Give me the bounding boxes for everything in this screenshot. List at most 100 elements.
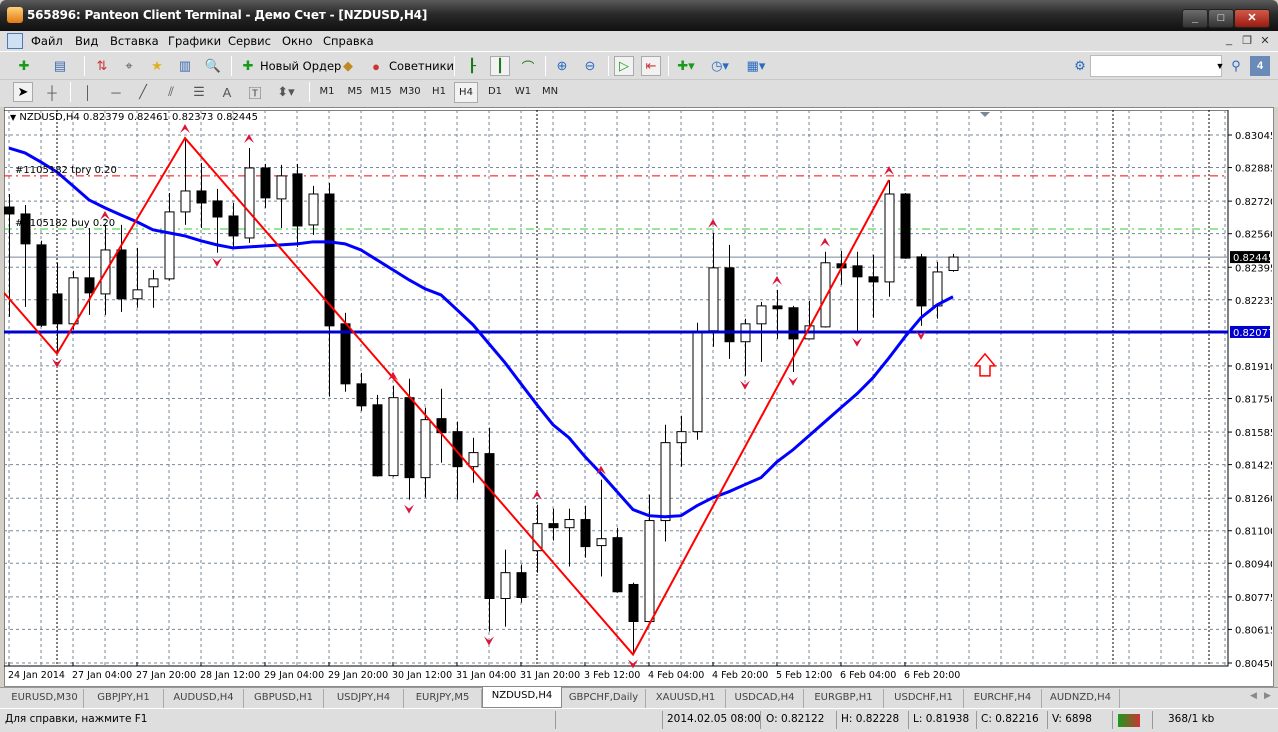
candle-body-bull — [388, 397, 399, 477]
bar-chart-icon[interactable]: ┠ — [462, 56, 482, 76]
price-tick-label: 0.82560 — [1235, 230, 1272, 241]
candle-body-bear — [196, 190, 207, 204]
fibonacci-icon[interactable]: ☰ — [189, 82, 209, 102]
app-icon — [7, 7, 23, 23]
timeframe-d1[interactable]: D1 — [483, 86, 507, 97]
periods-icon[interactable]: ◷▾ — [710, 56, 730, 76]
menu-charts[interactable]: Графики — [168, 34, 221, 48]
search-input[interactable] — [1090, 55, 1222, 77]
minimize-button[interactable]: _ — [1182, 9, 1208, 28]
menu-help[interactable]: Справка — [323, 34, 374, 48]
connection-status-icon[interactable] — [1118, 714, 1140, 727]
experts-button[interactable]: Советники — [389, 59, 454, 73]
status-open: O: 0.82122 — [766, 713, 825, 725]
time-tick-label: 4 Feb 20:00 — [712, 670, 768, 681]
chart-tab[interactable]: AUDUSD,H4 — [164, 689, 244, 708]
data-window-icon[interactable]: ⌖ — [119, 56, 139, 76]
price-tick-label: 0.81750 — [1235, 394, 1272, 405]
timeframe-m1[interactable]: M1 — [315, 86, 339, 97]
candle-body-bull — [132, 289, 143, 300]
chart-tab[interactable]: EURGBP,H1 — [804, 689, 884, 708]
profiles-icon[interactable]: ▤ — [50, 56, 70, 76]
time-tick-label: 31 Jan 04:00 — [456, 670, 516, 681]
timeframe-h4[interactable]: H4 — [454, 82, 478, 103]
timeframe-w1[interactable]: W1 — [511, 86, 535, 97]
mdi-close-icon[interactable]: ✕ — [1258, 34, 1272, 49]
menu-file[interactable]: Файл — [31, 34, 63, 48]
vertical-line-icon[interactable]: │ — [78, 82, 98, 102]
timeframe-m30[interactable]: M30 — [398, 86, 422, 97]
menu-window[interactable]: Окно — [282, 34, 313, 48]
chart-tab[interactable]: USDJPY,H4 — [324, 689, 404, 708]
collapse-triangle-icon[interactable]: ▼ — [10, 113, 16, 122]
menu-tools[interactable]: Сервис — [228, 34, 271, 48]
chart-tab[interactable]: EURCHF,H4 — [964, 689, 1042, 708]
timeframe-mn[interactable]: MN — [538, 86, 562, 97]
tabs-scroll-left-icon[interactable]: ◀ — [1250, 690, 1257, 701]
chart-tab[interactable]: NZDUSD,H4 — [482, 687, 562, 708]
indicators-icon[interactable]: ✚▾ — [676, 56, 696, 76]
chart-tab[interactable]: XAUUSD,H1 — [646, 689, 726, 708]
chart-tab[interactable]: USDCAD,H4 — [726, 689, 804, 708]
text-label-icon[interactable]: 🅃 — [245, 82, 265, 102]
experts-icon[interactable]: ● — [366, 56, 386, 76]
title-bar: 565896: Panteon Client Terminal - Демо С… — [0, 0, 1278, 31]
new-chart-icon[interactable]: ✚ — [14, 56, 34, 76]
cursor-icon[interactable]: ➤ — [13, 82, 33, 102]
timeframe-m15[interactable]: M15 — [369, 86, 393, 97]
notifications-badge[interactable]: 4 — [1250, 56, 1270, 76]
new-order-icon[interactable]: ✚ — [238, 56, 258, 76]
settings-gear-icon[interactable]: ⚙ — [1070, 56, 1090, 76]
candle-body-bear — [772, 305, 783, 310]
tester-icon[interactable]: 🔍 — [203, 56, 223, 76]
close-button[interactable]: ✕ — [1234, 9, 1270, 28]
chart-tab[interactable]: AUDNZD,H4 — [1042, 689, 1120, 708]
chart-tab[interactable]: GBPCHF,Daily — [562, 689, 646, 708]
menu-insert[interactable]: Вставка — [110, 34, 159, 48]
zoom-in-icon[interactable]: ⊕ — [552, 56, 572, 76]
candle-body-bull — [884, 193, 895, 283]
menu-view[interactable]: Вид — [75, 34, 98, 48]
line-chart-icon[interactable]: ⌒ — [518, 56, 538, 76]
timeframe-h1[interactable]: H1 — [427, 86, 451, 97]
navigator-icon[interactable]: ★ — [147, 56, 167, 76]
time-tick-label: 5 Feb 12:00 — [776, 670, 832, 681]
templates-icon[interactable]: ▦▾ — [746, 56, 766, 76]
timeframe-m5[interactable]: M5 — [343, 86, 367, 97]
text-icon[interactable]: A — [217, 82, 237, 102]
candlestick-chart-icon[interactable]: ┃ — [490, 56, 510, 76]
time-tick-label: 6 Feb 04:00 — [840, 670, 896, 681]
metaeditor-icon[interactable]: ◆ — [338, 56, 358, 76]
price-tick-label: 0.81260 — [1235, 494, 1272, 505]
terminal-icon[interactable]: ▥ — [175, 56, 195, 76]
price-chart[interactable]: 0.83045 0.82885 0.82720 0.82560 0.82395 0.822… — [4, 110, 1272, 686]
candle-body-bull — [244, 167, 255, 239]
time-tick-label: 31 Jan 20:00 — [520, 670, 580, 681]
market-watch-icon[interactable]: ⇅ — [92, 56, 112, 76]
chart-tab[interactable]: EURUSD,M30 — [6, 689, 84, 708]
chart-tab[interactable]: GBPUSD,H1 — [244, 689, 324, 708]
tabs-scroll-right-icon[interactable]: ▶ — [1264, 690, 1271, 701]
auto-scroll-icon[interactable]: ▷ — [614, 56, 634, 76]
chart-tab[interactable]: EURJPY,M5 — [404, 689, 482, 708]
candle-body-bear — [916, 256, 927, 307]
mdi-minimize-icon[interactable]: _ — [1222, 34, 1236, 49]
separator — [976, 711, 977, 729]
symbol-ohlc-readout: NZDUSD,H4 0.82379 0.82461 0.82373 0.8244… — [19, 112, 258, 123]
mdi-restore-icon[interactable]: ❐ — [1240, 34, 1254, 49]
chart-shift-icon[interactable]: ⇤ — [641, 56, 661, 76]
chart-tab[interactable]: GBPJPY,H1 — [84, 689, 164, 708]
maximize-button[interactable]: □ — [1208, 9, 1234, 28]
new-order-button[interactable]: Новый Ордер — [260, 59, 341, 73]
separator — [908, 711, 909, 729]
horizontal-line-icon[interactable]: ─ — [106, 82, 126, 102]
equidistant-channel-icon[interactable]: ⫽ — [161, 82, 181, 102]
crosshair-icon[interactable]: ┼ — [42, 82, 62, 102]
chart-tab[interactable]: USDCHF,H1 — [884, 689, 964, 708]
trendline-icon[interactable]: ╱ — [133, 82, 153, 102]
search-icon[interactable]: ⚲ — [1226, 56, 1246, 76]
zoom-out-icon[interactable]: ⊖ — [580, 56, 600, 76]
chart-window-icon[interactable] — [7, 33, 23, 49]
candle-body-bear — [260, 167, 271, 199]
arrows-icon[interactable]: ⬍▾ — [276, 82, 296, 102]
